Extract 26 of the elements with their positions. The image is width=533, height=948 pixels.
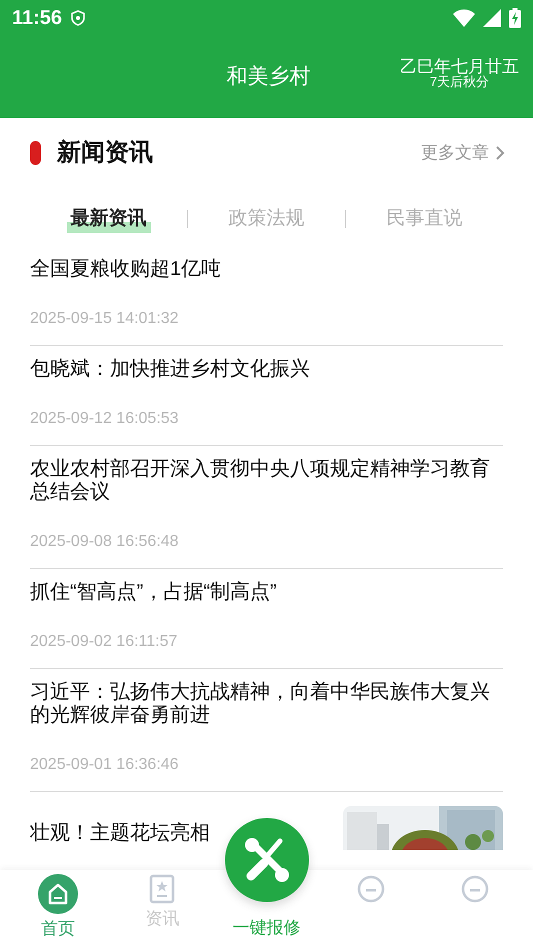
article-title[interactable]: 习近平：弘扬伟大抗战精神，向着中华民族伟大复兴的光辉彼岸奋勇前进	[30, 681, 503, 727]
app-title: 和美乡村	[226, 64, 310, 90]
home-icon	[38, 874, 78, 914]
tools-icon	[244, 837, 290, 883]
article-date: 2025-09-02 16:11:57	[30, 632, 178, 652]
article-date: 2025-09-01 16:36:46	[30, 755, 180, 775]
article-title[interactable]: 全国夏粮收购超1亿吨	[30, 258, 503, 281]
signal-icon	[483, 9, 501, 27]
solar-term-countdown: 7天后秋分	[430, 75, 490, 88]
section-title: 新闻资讯	[57, 138, 153, 168]
article-title[interactable]: 农业农村部召开深入贯彻中央八项规定精神学习教育总结会议	[30, 458, 503, 504]
article-title[interactable]: 抓住“智高点”，占据“制高点”	[30, 581, 503, 604]
article-date: 2025-09-12 16:05:53	[30, 409, 180, 429]
wifi-icon	[453, 9, 475, 27]
message-icon	[356, 874, 386, 904]
shield-icon	[70, 10, 86, 26]
section-marker	[30, 141, 41, 165]
article-title[interactable]: 包晓斌：加快推进乡村文化振兴	[30, 358, 503, 381]
chevron-right-icon	[495, 145, 505, 161]
lunar-date: 乙巳年七月廿五	[400, 58, 519, 75]
profile-icon	[460, 874, 490, 904]
article-date: 2025-09-08 16:56:48	[30, 532, 180, 552]
article-title[interactable]: 壮观！主题花坛亮相	[30, 822, 333, 845]
status-time: 11:56	[12, 6, 62, 31]
battery-charging-icon	[509, 8, 521, 28]
article-date: 2025-09-15 14:01:32	[30, 309, 180, 329]
